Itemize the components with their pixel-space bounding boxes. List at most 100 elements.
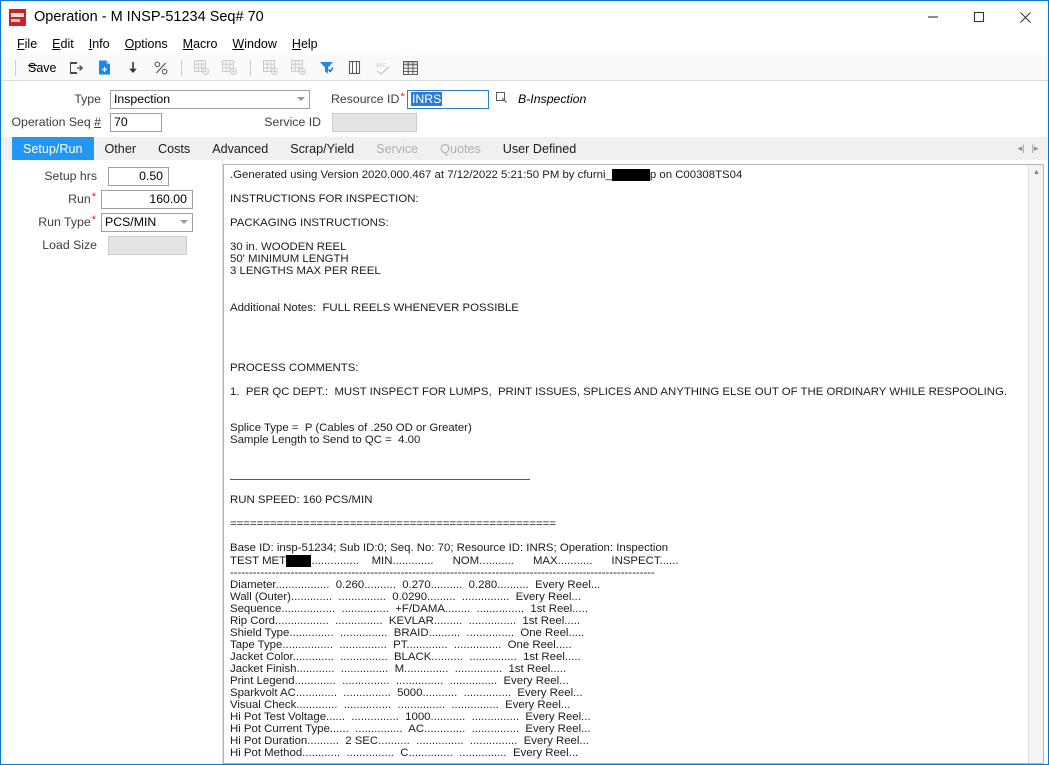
filter-button[interactable] — [316, 57, 338, 79]
memo-table-header: TEST METHOD............... MIN..........… — [230, 554, 679, 567]
exit-button[interactable] — [66, 57, 88, 79]
required-marker: * — [400, 91, 405, 103]
save-accel-underline — [28, 64, 37, 66]
chevron-left-icon[interactable]: ◂| — [1014, 143, 1028, 154]
run-input[interactable]: 160.00 — [101, 189, 193, 209]
memo-table-row: Print Legend............. ..............… — [230, 674, 569, 687]
required-marker: * — [91, 191, 96, 203]
title-bar: Operation - M INSP-51234 Seq# 70 — [1, 1, 1048, 33]
memo-table-row: Shield Type.............. ..............… — [230, 626, 585, 639]
instructions-pane: .Generated using Version 2020.000.467 at… — [223, 160, 1048, 764]
memo-table-row: Hi Pot Method............ ..............… — [230, 747, 579, 760]
delete-button[interactable] — [344, 57, 366, 79]
grid-add-2-button[interactable] — [219, 57, 241, 79]
tab-scrap-yield[interactable]: Scrap/Yield — [279, 137, 366, 160]
tab-strip-filler — [587, 137, 1014, 160]
menu-edit[interactable]: Edit — [45, 35, 82, 53]
grid-add-3-button[interactable] — [260, 57, 282, 79]
menu-options[interactable]: Options — [118, 35, 176, 53]
save-button-label: Save — [28, 60, 57, 75]
memo-line: Additional Notes: FULL REELS WHENEVER PO… — [230, 301, 519, 314]
tab-advanced[interactable]: Advanced — [201, 137, 280, 160]
instructions-memo[interactable]: .Generated using Version 2020.000.467 at… — [224, 165, 1028, 763]
memo-divider-rule — [230, 470, 1023, 482]
maximize-button[interactable] — [956, 1, 1002, 33]
save-button[interactable]: Save — [25, 57, 60, 79]
load-size-input[interactable] — [108, 235, 187, 255]
memo-line — [230, 410, 1023, 422]
memo-line: 1. PER QC DEPT.: MUST INSPECT FOR LUMPS,… — [230, 385, 1008, 398]
memo-table-row: Visual Check............. ..............… — [230, 699, 571, 712]
window-title: Operation - M INSP-51234 Seq# 70 — [34, 9, 264, 25]
memo-scrollbar[interactable]: ▲ — [1028, 165, 1043, 763]
toolbar: Save ABC — [1, 55, 1048, 81]
service-id-input[interactable] — [332, 112, 417, 132]
memo-table-row: Rip Cord................. ..............… — [230, 614, 581, 627]
scroll-down-icon[interactable] — [1029, 749, 1043, 763]
memo-line — [230, 482, 1023, 494]
toolbar-divider — [180, 59, 182, 76]
setup-hrs-row: Setup hrs 0.50 — [1, 166, 222, 186]
resource-id-value: INRS — [411, 92, 443, 106]
memo-line: PROCESS COMMENTS: — [230, 361, 359, 374]
toolbar-divider — [15, 59, 16, 76]
header-form: Type Inspection Resource ID* INRS B-Insp… — [1, 81, 1048, 133]
setup-hrs-value: 0.50 — [139, 169, 163, 183]
window-controls — [910, 1, 1048, 33]
scroll-up-icon[interactable]: ▲ — [1029, 165, 1043, 179]
memo-line — [230, 350, 1023, 362]
memo-line: 30 in. WOODEN REEL — [230, 241, 347, 254]
menu-info[interactable]: Info — [82, 35, 118, 53]
close-button[interactable] — [1002, 1, 1048, 33]
resource-id-label: Resource ID* — [331, 91, 405, 106]
minimize-button[interactable] — [910, 1, 956, 33]
toolbar-divider — [249, 59, 251, 76]
table-view-button[interactable] — [400, 57, 422, 79]
lookup-icon[interactable] — [496, 92, 507, 106]
setup-hrs-label: Setup hrs — [44, 169, 97, 183]
memo-line — [230, 458, 1023, 470]
resource-id-input[interactable]: INRS — [407, 89, 489, 109]
menu-file[interactable]: FFileile — [10, 35, 45, 53]
run-type-value: PCS/MIN — [105, 215, 157, 229]
setup-hrs-input[interactable]: 0.50 — [108, 166, 169, 186]
menu-macro[interactable]: Macro — [176, 35, 226, 53]
tab-costs[interactable]: Costs — [147, 137, 202, 160]
svg-text:ABC: ABC — [376, 63, 387, 69]
run-type-label: Run Type* — [38, 214, 96, 229]
tab-setup-run[interactable]: Setup/Run — [12, 137, 94, 160]
new-document-button[interactable] — [94, 57, 116, 79]
setup-run-fields: Setup hrs 0.50 Run* 160.00 Run Type* PCS… — [1, 160, 223, 764]
memo-line: INSTRUCTIONS FOR INSPECTION: — [230, 193, 419, 206]
type-label: Type — [74, 92, 101, 106]
menu-window[interactable]: Window — [225, 35, 284, 53]
tab-other[interactable]: Other — [93, 137, 148, 160]
memo-table-dash-rule: ----------------------------------------… — [230, 566, 655, 579]
run-type-select[interactable]: PCS/MIN — [101, 212, 193, 232]
tab-user-defined[interactable]: User Defined — [491, 137, 588, 160]
memo-line: 50' MINIMUM LENGTH — [230, 253, 349, 266]
tab-service: Service — [365, 137, 430, 160]
memo-table-row: Wall (Outer)............. ..............… — [230, 590, 581, 603]
memo-line: PACKAGING INSTRUCTIONS: — [230, 217, 389, 230]
operation-seq-input[interactable]: 70 — [110, 112, 162, 132]
memo-equals-rule: ========================================… — [230, 518, 556, 531]
memo-line: 3 LENGTHS MAX PER REEL — [230, 265, 381, 278]
memo-table-row: Jacket Finish............ ..............… — [230, 662, 567, 675]
memo-run-speed: RUN SPEED: 160 PCS/MIN — [230, 494, 373, 507]
spellcheck-button[interactable]: ABC — [372, 57, 394, 79]
insert-down-button[interactable] — [122, 57, 144, 79]
run-type-row: Run Type* PCS/MIN — [1, 212, 222, 232]
menu-help[interactable]: Help — [285, 35, 326, 53]
percent-button[interactable] — [150, 57, 172, 79]
app-logo-icon — [9, 8, 26, 26]
memo-line — [230, 229, 1023, 241]
type-select[interactable]: Inspection — [110, 89, 310, 109]
resource-id-note: B-Inspection — [518, 92, 587, 106]
memo-table-row: Sequence................. ..............… — [230, 602, 588, 615]
grid-add-4-button[interactable] — [288, 57, 310, 79]
grid-add-1-button[interactable] — [191, 57, 213, 79]
memo-table-row: Hi Pot Current Type...... ..............… — [230, 723, 591, 736]
memo-line — [230, 530, 1023, 542]
chevron-right-icon[interactable]: |▸ — [1028, 143, 1042, 154]
